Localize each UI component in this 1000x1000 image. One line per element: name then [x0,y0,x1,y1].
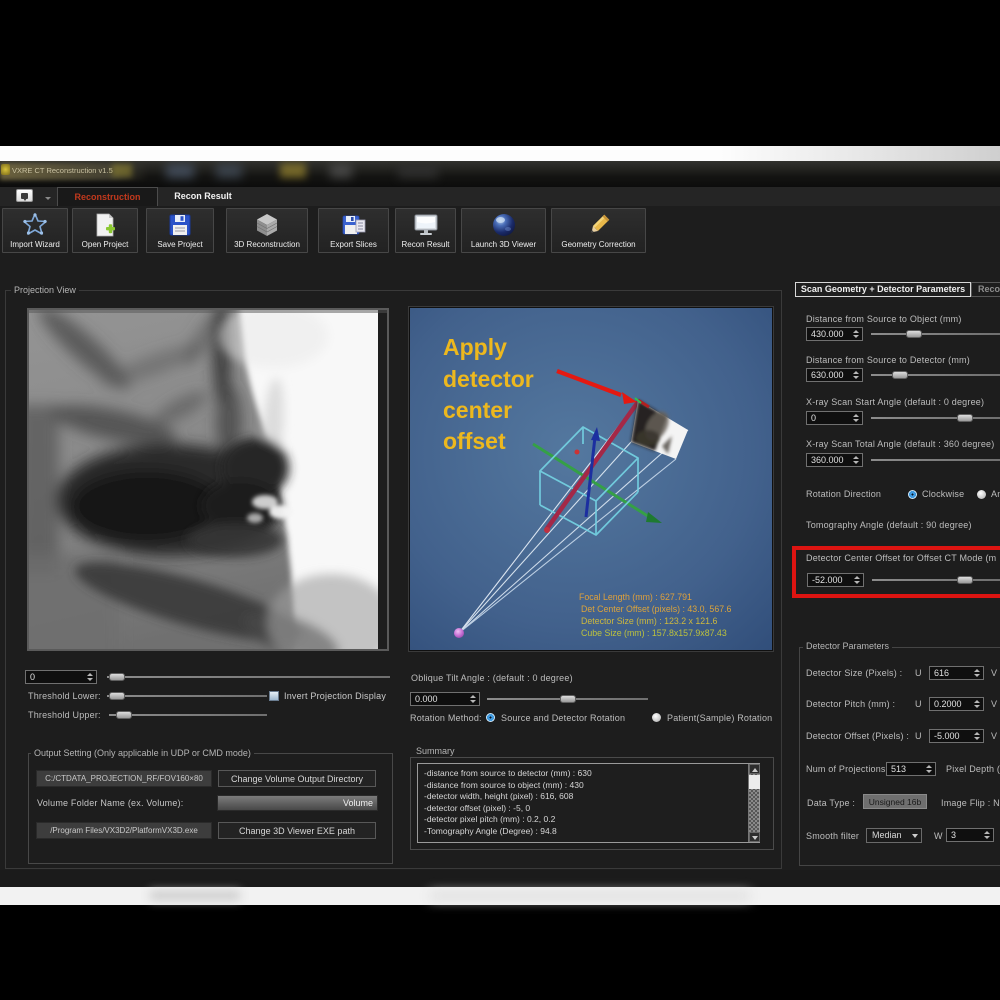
svg-text:Focal Length (mm) : 627.791: Focal Length (mm) : 627.791 [579,592,692,602]
svg-text:Apply: Apply [443,334,507,360]
svg-text:detector: detector [443,366,534,392]
svg-text:Cube Size (mm) : 157.8x157.9x8: Cube Size (mm) : 157.8x157.9x87.43 [581,628,727,638]
svg-text:center: center [443,397,512,423]
svg-text:Detector Size (mm) : 123.2 x 1: Detector Size (mm) : 123.2 x 121.6 [581,616,718,626]
svg-text:offset: offset [443,428,506,454]
svg-text:Det Center Offset (pixels) : 4: Det Center Offset (pixels) : 43.0, 567.6 [581,604,732,614]
